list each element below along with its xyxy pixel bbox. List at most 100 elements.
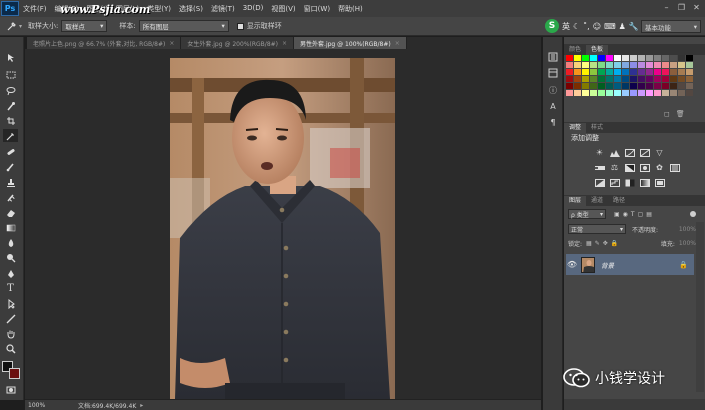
color-swatch[interactable] xyxy=(670,55,677,61)
color-swatch[interactable] xyxy=(574,69,581,75)
brightness-contrast-icon[interactable]: ☀ xyxy=(594,148,605,157)
eraser-tool-icon[interactable] xyxy=(3,206,18,219)
color-swatch[interactable] xyxy=(590,62,597,68)
color-swatch[interactable] xyxy=(574,83,581,89)
color-swatch[interactable] xyxy=(646,55,653,61)
color-swatch[interactable] xyxy=(662,76,669,82)
color-swatch[interactable] xyxy=(646,76,653,82)
path-selection-tool-icon[interactable] xyxy=(3,297,18,310)
color-swatch[interactable] xyxy=(598,76,605,82)
background-color-swatch[interactable] xyxy=(9,368,20,379)
shirt-icon[interactable]: ♟ xyxy=(619,22,626,31)
color-swatch[interactable] xyxy=(622,83,629,89)
color-swatch[interactable] xyxy=(606,90,613,96)
color-swatch[interactable] xyxy=(630,55,637,61)
punctuation-icon[interactable]: ˚, xyxy=(583,22,590,31)
color-swatch[interactable] xyxy=(646,83,653,89)
color-swatch[interactable] xyxy=(630,83,637,89)
color-swatch[interactable] xyxy=(598,90,605,96)
opacity-value[interactable]: 100% xyxy=(679,226,696,233)
color-swatch[interactable] xyxy=(670,90,677,96)
color-swatch[interactable] xyxy=(598,55,605,61)
color-swatch[interactable] xyxy=(678,62,685,68)
document-info[interactable]: 文档:699.4K/699.4K xyxy=(78,401,136,410)
color-swatch[interactable] xyxy=(606,83,613,89)
menu-item[interactable]: 编辑(E) xyxy=(51,4,83,14)
color-swatch[interactable] xyxy=(622,69,629,75)
lock-icons[interactable]: ▦✎✥🔒 xyxy=(586,240,621,247)
menu-item[interactable]: 图层(L) xyxy=(112,4,143,14)
show-ring-checkbox[interactable] xyxy=(236,22,244,30)
vibrance-icon[interactable]: ▽ xyxy=(654,148,665,157)
photo-filter-icon[interactable] xyxy=(639,163,650,172)
menu-item[interactable]: 3D(D) xyxy=(239,4,268,14)
color-swatch[interactable] xyxy=(686,55,693,61)
menu-item[interactable]: 选择(S) xyxy=(175,4,207,14)
color-swatch[interactable] xyxy=(630,69,637,75)
zoom-level[interactable]: 100% xyxy=(28,402,50,409)
color-swatch[interactable] xyxy=(574,62,581,68)
history-brush-tool-icon[interactable] xyxy=(3,191,18,204)
color-swatch[interactable] xyxy=(670,69,677,75)
layer-row-background[interactable]: 👁 背景 🔒 xyxy=(566,254,694,275)
color-swatch[interactable] xyxy=(606,55,613,61)
color-swatch[interactable] xyxy=(582,55,589,61)
menu-item[interactable]: 帮助(H) xyxy=(334,4,367,14)
color-swatch[interactable] xyxy=(662,55,669,61)
color-swatch[interactable] xyxy=(574,55,581,61)
color-swatch[interactable] xyxy=(590,83,597,89)
panel-tab[interactable]: 样式 xyxy=(586,123,608,133)
eye-icon[interactable]: 👁 xyxy=(566,260,578,269)
minimize-icon[interactable]: – xyxy=(662,3,671,12)
canvas-area[interactable] xyxy=(25,49,541,399)
ime-language-label[interactable]: 英 xyxy=(562,21,570,32)
blur-tool-icon[interactable] xyxy=(3,236,18,249)
color-swatch[interactable] xyxy=(590,55,597,61)
color-swatch[interactable] xyxy=(566,55,573,61)
curves-icon[interactable] xyxy=(624,148,635,157)
color-swatch[interactable] xyxy=(654,69,661,75)
color-swatch[interactable] xyxy=(654,90,661,96)
color-swatch[interactable] xyxy=(646,90,653,96)
color-swatch[interactable] xyxy=(582,69,589,75)
color-swatch[interactable] xyxy=(614,62,621,68)
color-swatch[interactable] xyxy=(598,83,605,89)
color-swatch[interactable] xyxy=(654,62,661,68)
color-swatch[interactable] xyxy=(622,62,629,68)
fill-value[interactable]: 100% xyxy=(679,240,696,247)
menu-item[interactable]: 滤镜(T) xyxy=(207,4,239,14)
sogou-ime-icon[interactable]: S xyxy=(545,19,559,33)
panel-tab[interactable]: 图层 xyxy=(564,196,587,206)
properties-panel-icon[interactable] xyxy=(547,67,559,78)
color-balance-icon[interactable]: ⚖ xyxy=(609,163,620,172)
color-swatch[interactable] xyxy=(606,69,613,75)
zoom-tool-icon[interactable] xyxy=(3,342,18,355)
threshold-icon[interactable] xyxy=(624,178,635,187)
color-swatch[interactable] xyxy=(566,62,573,68)
color-swatch[interactable] xyxy=(574,90,581,96)
character-panel-icon[interactable]: A xyxy=(547,101,559,112)
levels-icon[interactable] xyxy=(609,148,620,157)
wrench-icon[interactable]: 🔧 xyxy=(629,22,639,31)
close-icon[interactable]: × xyxy=(395,40,400,47)
panel-tab[interactable]: 调整 xyxy=(564,123,587,133)
menu-item[interactable]: 视图(V) xyxy=(267,4,299,14)
color-swatch[interactable] xyxy=(678,69,685,75)
color-swatch[interactable] xyxy=(646,69,653,75)
channel-mixer-icon[interactable]: ✿ xyxy=(654,163,665,172)
color-swatch[interactable] xyxy=(678,55,685,61)
color-swatch[interactable] xyxy=(606,76,613,82)
color-swatch[interactable] xyxy=(614,76,621,82)
color-swatch[interactable] xyxy=(686,69,693,75)
color-swatch[interactable] xyxy=(662,62,669,68)
color-swatch[interactable] xyxy=(686,76,693,82)
panel-tab[interactable]: 路径 xyxy=(608,196,630,206)
workspace-select[interactable]: 基本功能 ▾ xyxy=(641,20,701,33)
eyedropper-tool-icon[interactable] xyxy=(3,129,18,142)
color-swatch[interactable] xyxy=(566,90,573,96)
color-swatch[interactable] xyxy=(582,83,589,89)
color-swatch[interactable] xyxy=(686,90,693,96)
quick-mask-icon[interactable] xyxy=(3,383,18,396)
paragraph-panel-icon[interactable]: ¶ xyxy=(547,117,559,128)
document-tab[interactable]: 男性外套.jpg @ 100%(RGB/8#) × xyxy=(294,37,407,49)
